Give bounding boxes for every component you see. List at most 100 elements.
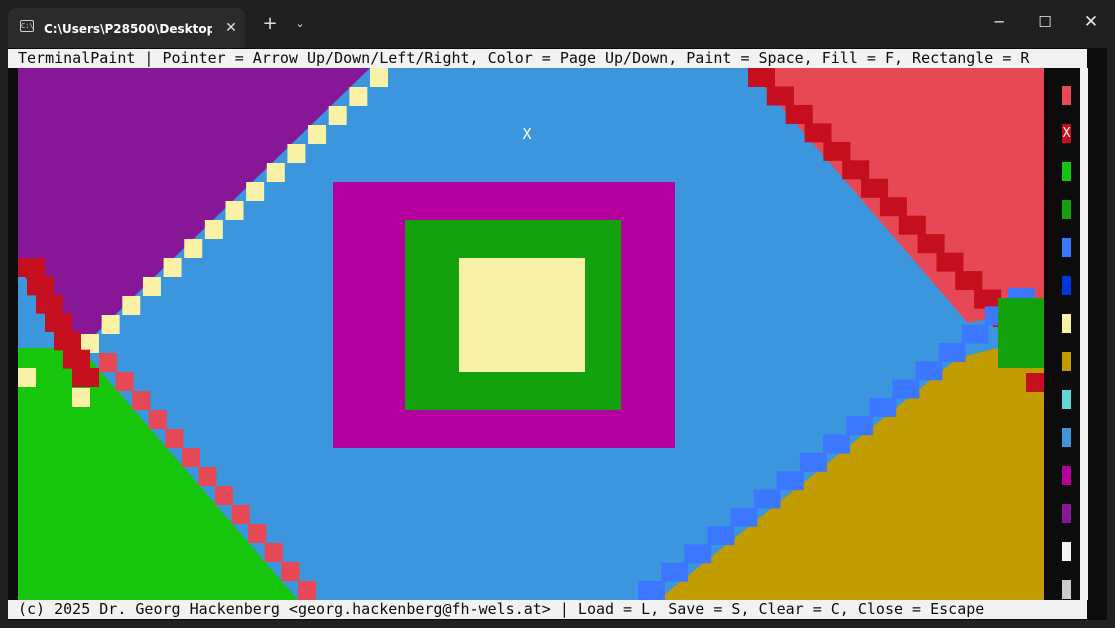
light-blue-border-bottom-right-cell bbox=[638, 581, 665, 600]
dark-green-right-edge-block bbox=[998, 298, 1044, 368]
light-blue-border-bottom-right-cell bbox=[846, 416, 874, 436]
cream-border-top-left-cell bbox=[163, 258, 182, 277]
cream-border-top-left-cell bbox=[246, 182, 265, 201]
light-blue-border-bottom-right-cell bbox=[823, 434, 850, 454]
light-blue-border-bottom-right-cell bbox=[707, 526, 735, 546]
dark-red-left-edge-block-cell bbox=[45, 313, 72, 332]
palette-swatch[interactable] bbox=[1062, 86, 1071, 105]
palette-swatch[interactable] bbox=[1062, 504, 1071, 523]
palette-swatch[interactable] bbox=[1062, 238, 1071, 257]
shortcuts-footer: (c) 2025 Dr. Georg Hackenberg <georg.hac… bbox=[18, 600, 1043, 619]
dark-red-border-top-right-cell bbox=[804, 123, 832, 143]
palette-swatch[interactable] bbox=[1062, 390, 1071, 409]
dark-red-border-top-right-cell bbox=[842, 160, 870, 180]
light-blue-border-bottom-right-cell bbox=[753, 489, 781, 509]
cream-border-top-left-cell bbox=[142, 277, 161, 296]
palette-swatch[interactable] bbox=[1062, 314, 1071, 333]
tab-dropdown-button[interactable]: ⌄ bbox=[288, 12, 312, 36]
red-border-left-cell bbox=[132, 391, 151, 410]
red-border-left-cell bbox=[148, 410, 167, 429]
light-blue-border-bottom-right-cell bbox=[938, 342, 966, 362]
red-border-left-cell bbox=[215, 486, 234, 505]
dark-red-left-edge-block-cell bbox=[63, 349, 90, 369]
cream-border-top-left-cell bbox=[184, 239, 203, 258]
cream-border-top-left-cell bbox=[122, 296, 141, 315]
light-blue-border-bottom-right-cell bbox=[799, 452, 827, 472]
light-blue-border-bottom-right-cell bbox=[961, 324, 989, 344]
red-border-left-cell bbox=[165, 429, 184, 448]
red-border-left-cell bbox=[115, 372, 134, 391]
dark-red-border-top-right-cell bbox=[974, 289, 1002, 309]
footer-bar-edge bbox=[1043, 600, 1087, 619]
maximize-button[interactable]: ☐ bbox=[1022, 0, 1068, 44]
cream-border-top-left-cell bbox=[287, 144, 306, 163]
red-border-left-cell bbox=[248, 524, 267, 543]
dark-red-border-top-right-cell bbox=[917, 234, 945, 254]
light-blue-border-bottom-right-cell bbox=[730, 507, 758, 527]
cream-border-top-left-cell bbox=[101, 315, 120, 334]
header-bar-edge bbox=[8, 49, 18, 68]
paint-pointer-cursor: X bbox=[522, 125, 532, 143]
red-border-left-cell bbox=[264, 543, 283, 562]
minimize-button[interactable]: ─ bbox=[976, 0, 1022, 44]
close-tab-icon[interactable]: ✕ bbox=[222, 18, 240, 38]
dark-red-left-edge-block-cell bbox=[18, 258, 45, 277]
dark-red-border-top-right-cell bbox=[748, 68, 775, 87]
cream-left-edge-block-cell bbox=[18, 368, 36, 387]
cream-border-top-left-cell bbox=[349, 87, 368, 106]
dark-red-border-top-right-cell bbox=[879, 197, 907, 217]
light-blue-border-bottom-right-cell bbox=[661, 562, 689, 582]
dark-red-border-top-right-cell bbox=[898, 215, 926, 235]
red-border-left-cell bbox=[99, 353, 117, 372]
header-bar-edge bbox=[1043, 49, 1087, 68]
red-border-left-cell bbox=[231, 505, 250, 524]
light-blue-border-bottom-right-cell bbox=[892, 379, 920, 399]
cream-border-top-left-cell bbox=[225, 201, 244, 220]
paint-canvas[interactable] bbox=[18, 68, 1044, 600]
palette-swatch[interactable] bbox=[1062, 466, 1071, 485]
cream-border-top-left-cell bbox=[204, 220, 223, 239]
cream-border-top-left-cell bbox=[328, 106, 347, 125]
light-blue-border-bottom-right-cell bbox=[776, 471, 804, 491]
dark-red-border-top-right-cell bbox=[936, 252, 964, 272]
footer-bar-edge bbox=[8, 600, 18, 619]
dark-red-border-top-right-cell bbox=[861, 178, 889, 198]
palette-swatch-selected[interactable]: X bbox=[1062, 124, 1071, 143]
light-blue-border-bottom-right-cell bbox=[684, 544, 712, 564]
palette-swatch[interactable] bbox=[1062, 580, 1071, 599]
title-bar: C:\ C:\Users\P28500\Desktop\Rep ✕ + ⌄ ─ … bbox=[0, 0, 1115, 48]
palette-swatch[interactable] bbox=[1062, 162, 1071, 181]
palette-swatch[interactable] bbox=[1062, 200, 1071, 219]
cream-border-top-left-cell bbox=[370, 68, 388, 87]
color-palette[interactable]: X bbox=[1053, 68, 1080, 600]
light-blue-border-bottom-right-cell bbox=[915, 361, 943, 381]
palette-swatch[interactable] bbox=[1062, 428, 1071, 447]
close-window-button[interactable]: ✕ bbox=[1068, 0, 1114, 44]
red-border-left-cell bbox=[181, 448, 200, 467]
cream-border-top-left-cell bbox=[308, 125, 327, 144]
dark-red-border-top-right-cell bbox=[823, 141, 851, 161]
dark-red-border-top-right-cell bbox=[766, 86, 794, 106]
palette-swatch[interactable] bbox=[1062, 542, 1071, 561]
red-border-left-cell bbox=[298, 581, 316, 600]
dark-red-border-top-right-cell bbox=[955, 271, 983, 291]
terminal-tab[interactable]: C:\ C:\Users\P28500\Desktop\Rep ✕ bbox=[8, 8, 245, 48]
palette-swatch[interactable] bbox=[1062, 352, 1071, 371]
cream-left-edge-block-cell bbox=[72, 388, 90, 407]
palette-swatch[interactable] bbox=[1062, 276, 1071, 295]
tab-title: C:\Users\P28500\Desktop\Rep bbox=[44, 22, 212, 36]
dark-red-left-edge-block-cell bbox=[36, 294, 63, 314]
cream-border-top-left-cell bbox=[266, 163, 285, 182]
red-border-left-cell bbox=[198, 467, 217, 486]
paint-canvas-drawing[interactable] bbox=[18, 68, 1044, 600]
dark-red-left-edge-block-cell bbox=[54, 331, 81, 351]
red-border-left-cell bbox=[281, 562, 300, 581]
dark-red-border-top-right-cell bbox=[785, 104, 813, 124]
dark-red-left-edge-block-cell bbox=[72, 368, 99, 387]
terminal-icon: C:\ bbox=[20, 20, 34, 32]
cream-rectangle bbox=[459, 258, 585, 372]
light-blue-border-bottom-right-cell bbox=[869, 397, 897, 417]
instructions-header: TerminalPaint | Pointer = Arrow Up/Down/… bbox=[18, 49, 1043, 68]
dark-red-right-edge-cell bbox=[1026, 373, 1044, 392]
new-tab-button[interactable]: + bbox=[258, 12, 282, 36]
